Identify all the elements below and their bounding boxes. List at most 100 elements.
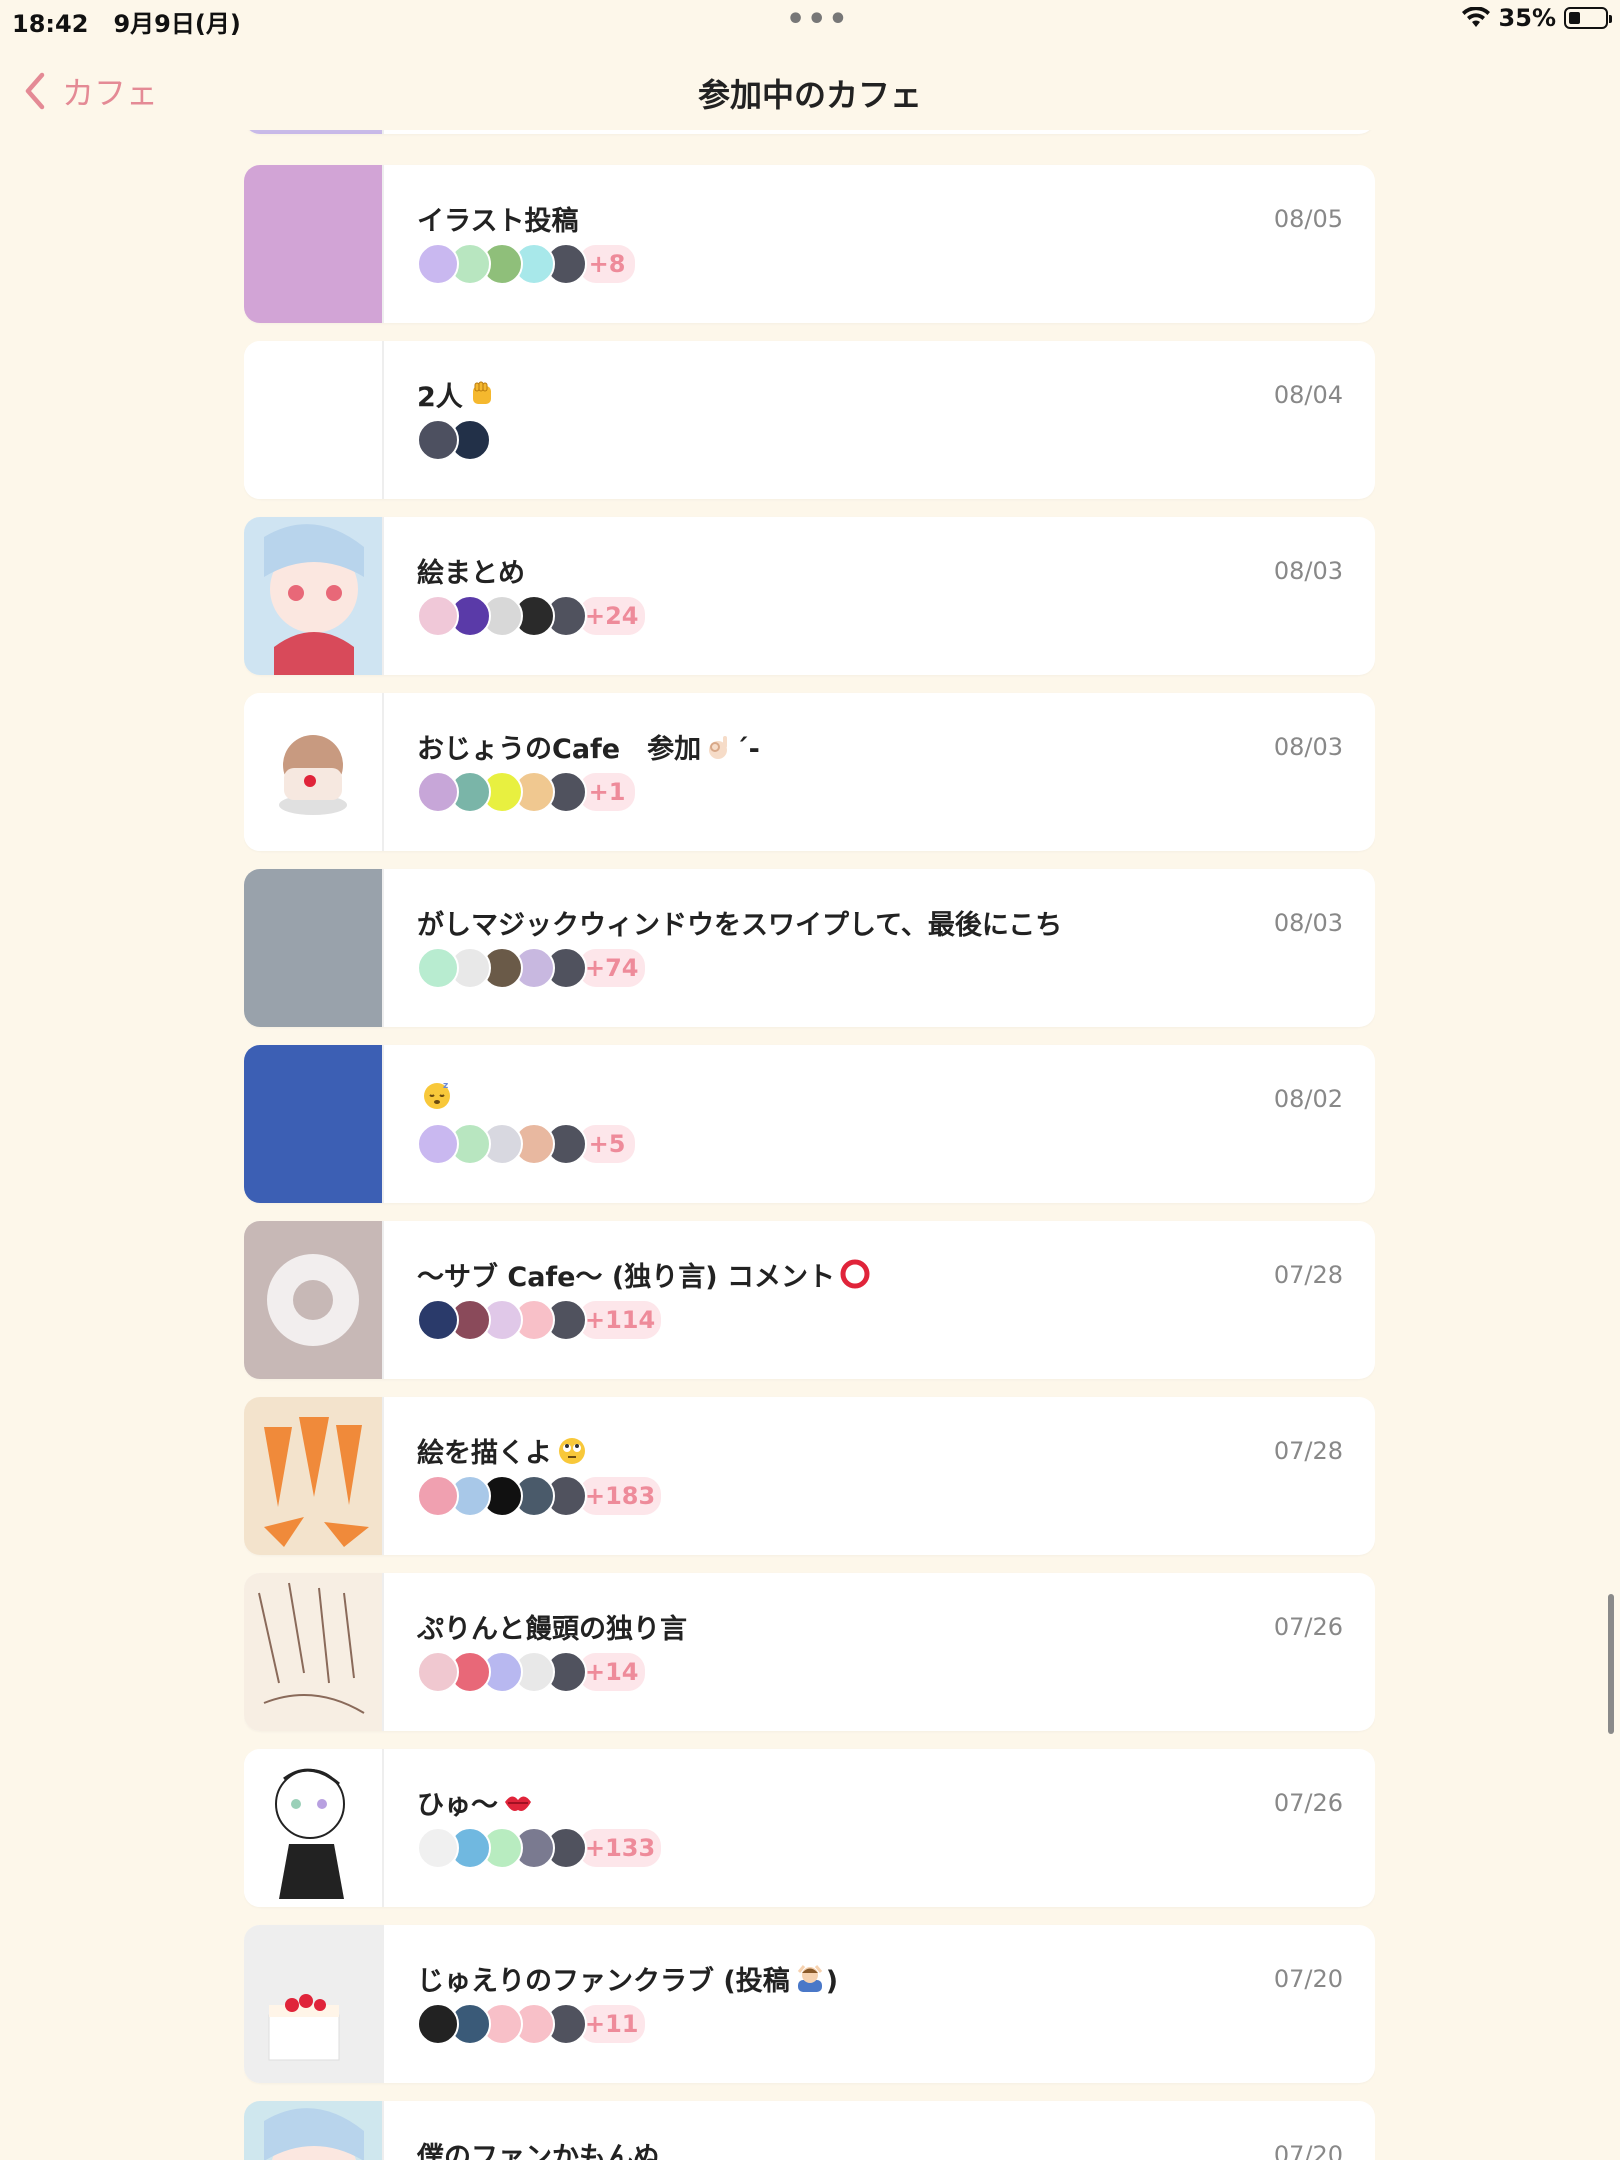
cafe-last-updated: 08/02 xyxy=(1273,1085,1343,1113)
member-avatars: +5 xyxy=(417,1123,637,1165)
member-avatars: +24 xyxy=(417,595,647,637)
cafe-last-updated: 08/04 xyxy=(1273,381,1343,409)
cafe-title: 〜サブ Cafe〜 (独り言) コメント xyxy=(417,1255,871,1297)
member-avatars: +74 xyxy=(417,947,647,989)
cafe-card[interactable]: 僕のファンかもんぬ 07/20 xyxy=(244,2101,1375,2160)
cafe-thumbnail xyxy=(244,130,384,134)
sleeping-face-icon: z xyxy=(421,1079,453,1118)
cafe-card[interactable]: 2人 08/04 xyxy=(244,341,1375,499)
avatar xyxy=(417,1475,459,1517)
cafe-last-updated: 08/03 xyxy=(1273,909,1343,937)
cafe-thumbnail xyxy=(244,1925,384,2083)
cafe-thumbnail xyxy=(244,341,384,499)
avatar xyxy=(417,2003,459,2045)
cafe-thumbnail xyxy=(244,693,384,851)
cafe-title-text: 僕のファンかもんぬ xyxy=(417,2142,660,2160)
cafe-card[interactable]: 絵まとめ 08/03 +24 xyxy=(244,517,1375,675)
time-text: 18:42 xyxy=(12,10,89,38)
cafe-card[interactable]: ひゅ〜 07/26 +133 xyxy=(244,1749,1375,1907)
cafe-title: おじょうのCafe 参加 ´- xyxy=(417,727,760,769)
member-avatars: +183 xyxy=(417,1475,664,1517)
wifi-icon xyxy=(1461,7,1490,27)
cafe-title: イラスト投稿 xyxy=(417,199,578,238)
cafe-title: がしマジックウィンドウをスワイプして、最後にこち xyxy=(417,903,1062,942)
cafe-card[interactable]: イラスト投稿 08/05 +8 xyxy=(244,165,1375,323)
kiss-mark-icon xyxy=(502,1790,534,1825)
cafe-title-text: 2人 xyxy=(417,382,463,413)
cafe-title: ぷりんと饅頭の独り言 xyxy=(417,1607,687,1646)
avatar xyxy=(417,595,459,637)
avatar xyxy=(417,1123,459,1165)
member-count-badge: +14 xyxy=(577,1651,647,1693)
member-count-badge: +11 xyxy=(577,2003,647,2045)
cafe-title: 僕のファンかもんぬ xyxy=(417,2135,660,2160)
svg-text:z: z xyxy=(443,1081,448,1091)
ok-hand-icon xyxy=(705,732,735,769)
status-bar: 18:42 9月9日(月) ••• 35% xyxy=(0,0,1620,40)
cafe-last-updated: 07/20 xyxy=(1273,1965,1343,1993)
status-time: 18:42 9月9日(月) xyxy=(12,4,241,39)
cafe-card[interactable]: z 08/02 +5 xyxy=(244,1045,1375,1203)
cafe-thumbnail xyxy=(244,1749,384,1907)
cafe-card-partial[interactable] xyxy=(244,130,1375,134)
member-avatars: +114 xyxy=(417,1299,664,1341)
cafe-thumbnail xyxy=(244,869,384,1027)
cafe-card[interactable]: 絵を描くよ 07/28 +183 xyxy=(244,1397,1375,1555)
cafe-title: 絵まとめ xyxy=(417,551,525,590)
cafe-title-text: 絵まとめ xyxy=(417,558,525,589)
cafe-title-suffix: ) xyxy=(825,1966,839,1997)
cafe-last-updated: 07/28 xyxy=(1273,1437,1343,1465)
cafe-card[interactable]: おじょうのCafe 参加 ´- 08/03 +1 xyxy=(244,693,1375,851)
scroll-indicator[interactable] xyxy=(1608,1594,1614,1734)
cafe-title: じゅえりのファンクラブ (投稿) xyxy=(417,1959,838,2001)
date-text: 9月9日(月) xyxy=(113,10,241,38)
member-count-badge: +74 xyxy=(577,947,647,989)
cafe-last-updated: 08/05 xyxy=(1273,205,1343,233)
avatar xyxy=(417,1827,459,1869)
avatar xyxy=(417,1651,459,1693)
battery-percent: 35% xyxy=(1498,4,1556,32)
member-avatars: +1 xyxy=(417,771,637,813)
cafe-title-text: おじょうのCafe 参加 xyxy=(417,734,702,765)
multitask-dots-icon[interactable]: ••• xyxy=(786,2,850,37)
raised-fist-icon xyxy=(467,380,497,417)
cafe-card[interactable]: ぷりんと饅頭の独り言 07/26 +14 xyxy=(244,1573,1375,1731)
cafe-thumbnail xyxy=(244,165,384,323)
red-circle-icon xyxy=(839,1258,871,1297)
cafe-list[interactable]: イラスト投稿 08/05 +8 2人 08/04 絵まとめ 08/03 +24 おじょうのCaf… xyxy=(244,130,1375,2160)
cafe-title: z xyxy=(417,1079,453,1118)
member-avatars: +133 xyxy=(417,1827,664,1869)
person-gesturing-icon xyxy=(794,1962,826,2001)
cafe-last-updated: 07/26 xyxy=(1273,1613,1343,1641)
member-count-badge: +183 xyxy=(577,1475,664,1517)
battery-icon xyxy=(1564,7,1612,29)
avatar xyxy=(417,771,459,813)
eye-roll-face-icon xyxy=(556,1434,588,1473)
cafe-last-updated: 07/20 xyxy=(1273,2141,1343,2160)
avatar xyxy=(417,243,459,285)
cafe-thumbnail xyxy=(244,1045,384,1203)
cafe-last-updated: 07/26 xyxy=(1273,1789,1343,1817)
member-avatars: +14 xyxy=(417,1651,647,1693)
cafe-thumbnail xyxy=(244,1221,384,1379)
cafe-title: 2人 xyxy=(417,375,497,417)
cafe-card[interactable]: じゅえりのファンクラブ (投稿) 07/20 +11 xyxy=(244,1925,1375,2083)
cafe-title-text: ぷりんと饅頭の独り言 xyxy=(417,1614,687,1645)
cafe-thumbnail xyxy=(244,1573,384,1731)
cafe-last-updated: 07/28 xyxy=(1273,1261,1343,1289)
avatar xyxy=(417,1299,459,1341)
cafe-title: 絵を描くよ xyxy=(417,1431,588,1473)
cafe-title-suffix: ´- xyxy=(735,734,760,765)
cafe-title-text: がしマジックウィンドウをスワイプして、最後にこち xyxy=(417,910,1063,941)
cafe-last-updated: 08/03 xyxy=(1273,557,1343,585)
member-avatars xyxy=(417,419,491,461)
status-indicators: 35% xyxy=(1461,4,1612,32)
cafe-thumbnail xyxy=(244,1397,384,1555)
cafe-thumbnail xyxy=(244,517,384,675)
cafe-card[interactable]: 〜サブ Cafe〜 (独り言) コメント 07/28 +114 xyxy=(244,1221,1375,1379)
member-count-badge: +114 xyxy=(577,1299,664,1341)
cafe-title-text: イラスト投稿 xyxy=(417,206,579,237)
avatar xyxy=(417,947,459,989)
cafe-card[interactable]: がしマジックウィンドウをスワイプして、最後にこち 08/03 +74 xyxy=(244,869,1375,1027)
cafe-title-text: ひゅ〜 xyxy=(417,1790,498,1821)
